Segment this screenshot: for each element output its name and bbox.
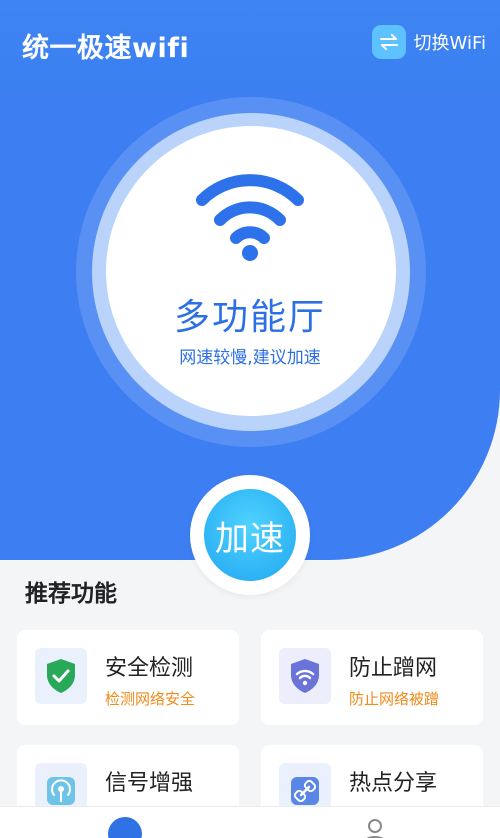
- shield-wifi-icon: [279, 648, 331, 704]
- card-title: 防止蹭网: [349, 656, 438, 681]
- shield-check-icon: [35, 648, 87, 704]
- switch-arrows-icon: [371, 25, 406, 59]
- network-name: 多功能厅: [173, 297, 326, 338]
- card-title: 安全检测: [105, 656, 194, 681]
- switch-wifi-button[interactable]: 切换WiFi: [371, 24, 486, 60]
- bottom-tab-bar: [0, 806, 500, 838]
- card-title: 信号增强: [105, 771, 194, 796]
- network-status: 网速较慢,建议加速: [179, 348, 321, 368]
- card-title: 热点分享: [349, 771, 438, 796]
- card-anti-leech[interactable]: 防止蹭网 防止网络被蹭: [261, 630, 483, 725]
- wifi-icon: [196, 174, 304, 261]
- card-subtitle: 检测网络安全: [105, 690, 196, 708]
- switch-wifi-label: 切换WiFi: [413, 33, 486, 54]
- tab-home-wifi-icon[interactable]: [108, 817, 142, 838]
- tab-profile-icon[interactable]: [362, 817, 388, 838]
- speed-up-button[interactable]: 加速: [204, 489, 296, 581]
- app-title: 统一极速wifi: [22, 33, 190, 64]
- card-subtitle: 防止网络被蹭: [349, 690, 440, 708]
- section-title: 推荐功能: [25, 581, 117, 607]
- card-security-check[interactable]: 安全检测 检测网络安全: [17, 630, 239, 725]
